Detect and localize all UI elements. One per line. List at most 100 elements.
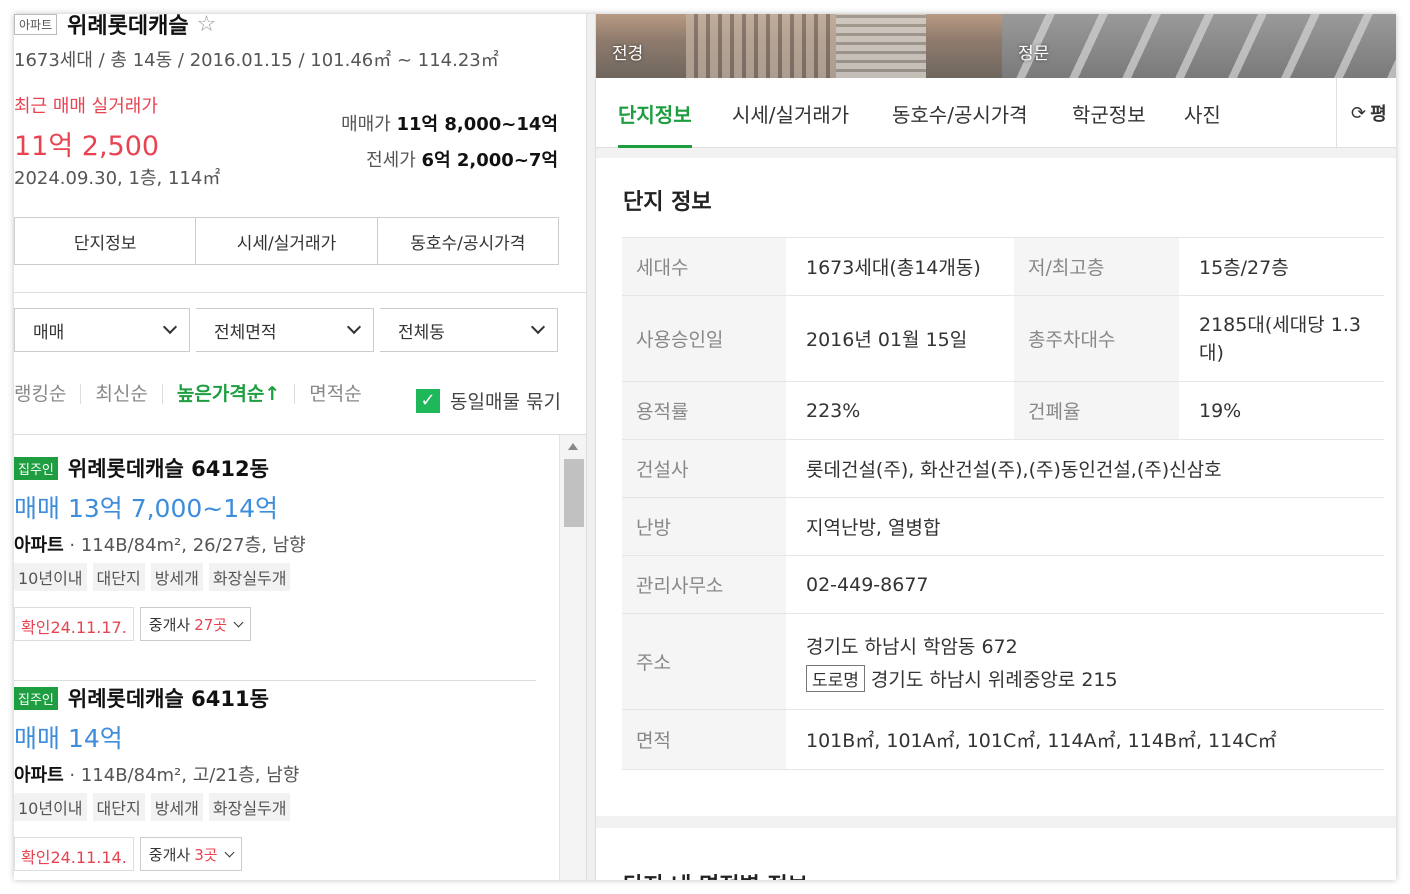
address-label: 주소 — [622, 613, 786, 710]
building-select[interactable]: 전체동 — [380, 308, 558, 352]
far-value: 223% — [786, 381, 1014, 440]
approval-value: 2016년 01월 15일 — [786, 295, 1014, 382]
feature-tag: 화장실두개 — [208, 563, 291, 591]
table-row: 면적 101B㎡, 101A㎡, 101C㎡, 114A㎡, 114B㎡, 11… — [622, 709, 1384, 770]
agents-label: 중개사 — [148, 845, 191, 864]
office-phone[interactable]: 02-449-8677 — [786, 555, 1384, 614]
sort-latest[interactable]: 최신순 — [95, 384, 163, 404]
feature-tag: 방세개 — [150, 793, 203, 821]
chevron-down-icon — [233, 617, 244, 627]
jeonse-price-value: 6억 2,000~7억 — [421, 150, 558, 171]
listing-name: 위례롯데캐슬 6411동 — [67, 687, 269, 711]
left-panel: 아파트 위례롯데캐슬 ☆ 1673세대 / 총 14동 / 2016.01.15… — [14, 14, 586, 880]
chevron-down-icon — [346, 319, 362, 335]
floors-label: 저/최고층 — [1014, 237, 1179, 296]
scroll-up-arrow-icon[interactable] — [568, 443, 578, 450]
left-tab-unit-price[interactable]: 동호수/공시가격 — [378, 218, 558, 264]
approval-label: 사용승인일 — [622, 295, 786, 382]
listing-details: · 114B/84m², 26/27층, 남향 — [63, 535, 306, 556]
sort-price-high[interactable]: 높은가격순↑ — [177, 384, 296, 404]
agents-button[interactable]: 중개사 27곳 — [139, 607, 252, 641]
tab-photos[interactable]: 사진 — [1184, 78, 1221, 148]
sale-price-label: 매매가 — [341, 114, 391, 135]
lot-address: 경기도 하남시 학암동 672 — [806, 635, 1018, 658]
panel-splitter[interactable] — [586, 14, 596, 880]
builder-value: 롯데건설(주), 화산건설(주),(주)동인건설,(주)신삼호 — [786, 439, 1384, 498]
households-label: 세대수 — [622, 237, 786, 296]
checkmark-icon: ✓ — [416, 388, 440, 413]
area-value: 전체면적 — [214, 322, 277, 343]
area-select[interactable]: 전체면적 — [196, 308, 374, 352]
area-unit-toggle-button[interactable]: ⟳ 평 — [1336, 78, 1396, 148]
agents-label: 중개사 — [148, 615, 191, 634]
table-row: 세대수 1673세대(총14개동) 저/최고층 15층/27층 — [622, 237, 1384, 296]
area-unit-label: 평 — [1370, 104, 1387, 125]
left-tab-complex-info[interactable]: 단지정보 — [15, 218, 197, 264]
photo-main-gate[interactable]: 정문 — [1002, 14, 1396, 78]
listing-details: · 114B/84m², 고/21층, 남향 — [63, 765, 300, 786]
table-row: 난방 지역난방, 열병합 — [622, 497, 1384, 556]
feature-tag: 대단지 — [92, 563, 145, 591]
confirm-date: 확인24.11.17. — [14, 607, 134, 641]
group-listings-checkbox[interactable]: ✓ 동일매물 묶기 — [416, 387, 561, 414]
photo-exterior[interactable]: 전경 — [596, 14, 1002, 78]
complex-name: 위례롯데캐슬 — [67, 14, 189, 39]
parking-value: 2185대(세대당 1.3대) — [1179, 295, 1384, 382]
table-row: 용적률 223% 건폐율 19% — [622, 381, 1384, 440]
feature-tag: 대단지 — [92, 793, 145, 821]
listing-name: 위례롯데캐슬 6412동 — [67, 457, 269, 481]
list-item[interactable]: 집주인 위례롯데캐슬 6411동 매매 14억 아파트 · 114B/84m²,… — [14, 683, 534, 871]
heating-label: 난방 — [622, 497, 786, 556]
parking-label: 총주차대수 — [1014, 295, 1179, 382]
scrollbar-thumb[interactable] — [564, 459, 584, 527]
owner-tag: 집주인 — [14, 456, 58, 480]
floors-value: 15층/27층 — [1179, 237, 1384, 296]
sale-price-range: 매매가 11억 8,000~14억 — [341, 110, 558, 136]
building-value: 전체동 — [398, 322, 445, 343]
sort-ranking[interactable]: 랭킹순 — [14, 384, 82, 404]
builder-label: 건설사 — [622, 439, 786, 498]
jeonse-price-label: 전세가 — [366, 150, 416, 171]
households-value: 1673세대(총14개동) — [786, 237, 1014, 296]
road-name-tag: 도로명 — [806, 664, 865, 692]
complex-info-table: 세대수 1673세대(총14개동) 저/최고층 15층/27층 사용승인일 20… — [622, 237, 1384, 770]
table-row: 주소 경기도 하남시 학암동 672 도로명 경기도 하남시 위례중앙로 215 — [622, 613, 1384, 710]
bcr-label: 건폐율 — [1014, 381, 1179, 440]
section-divider — [14, 292, 586, 293]
sort-area[interactable]: 면적순 — [309, 384, 375, 404]
property-type-tag: 아파트 — [14, 14, 58, 35]
listing-header: 집주인 위례롯데캐슬 6412동 — [14, 453, 534, 483]
listing-type: 아파트 — [14, 765, 64, 786]
tab-market-price[interactable]: 시세/실거래가 — [732, 78, 849, 148]
card-title: 단지 정보 — [623, 190, 712, 215]
area-info-card: 단지 내 면적별 정보 — [596, 828, 1396, 880]
favorite-star-icon[interactable]: ☆ — [197, 14, 217, 37]
recent-trade-meta: 2024.09.30, 1층, 114㎡ — [14, 168, 221, 189]
listing-footer: 확인24.11.17. 중개사 27곳 — [14, 607, 534, 641]
group-listings-label: 동일매물 묶기 — [450, 391, 561, 413]
tab-unit-price[interactable]: 동호수/공시가격 — [892, 78, 1028, 148]
trade-type-select[interactable]: 매매 — [14, 308, 190, 352]
road-address: 경기도 하남시 위례중앙로 215 — [870, 668, 1118, 691]
photo-label: 정문 — [1018, 44, 1050, 64]
tab-complex-info[interactable]: 단지정보 — [618, 78, 692, 148]
tab-school-info[interactable]: 학군정보 — [1072, 78, 1146, 148]
chevron-down-icon — [224, 847, 234, 857]
agents-count: 27곳 — [194, 615, 228, 634]
far-label: 용적률 — [622, 381, 786, 440]
refresh-icon: ⟳ — [1351, 102, 1367, 124]
listing-tags: 10년이내 대단지 방세개 화장실두개 — [14, 563, 534, 591]
list-item[interactable]: 집주인 위례롯데캐슬 6412동 매매 13억 7,000~14억 아파트 · … — [14, 453, 536, 681]
app-frame: 아파트 위례롯데캐슬 ☆ 1673세대 / 총 14동 / 2016.01.15… — [14, 14, 1396, 880]
left-tab-market-price[interactable]: 시세/실거래가 — [196, 218, 378, 264]
complex-title-row: 아파트 위례롯데캐슬 ☆ — [14, 14, 216, 40]
recent-trade-price: 11억 2,500 — [14, 131, 160, 162]
photo-label: 전경 — [612, 44, 644, 64]
area-label: 면적 — [622, 709, 786, 770]
chevron-down-icon — [530, 319, 546, 335]
listing-scrollbar[interactable] — [559, 435, 586, 880]
feature-tag: 방세개 — [150, 563, 203, 591]
agents-button[interactable]: 중개사 3곳 — [139, 837, 242, 871]
feature-tag: 10년이내 — [14, 563, 87, 591]
table-row: 사용승인일 2016년 01월 15일 총주차대수 2185대(세대당 1.3대… — [622, 295, 1384, 382]
